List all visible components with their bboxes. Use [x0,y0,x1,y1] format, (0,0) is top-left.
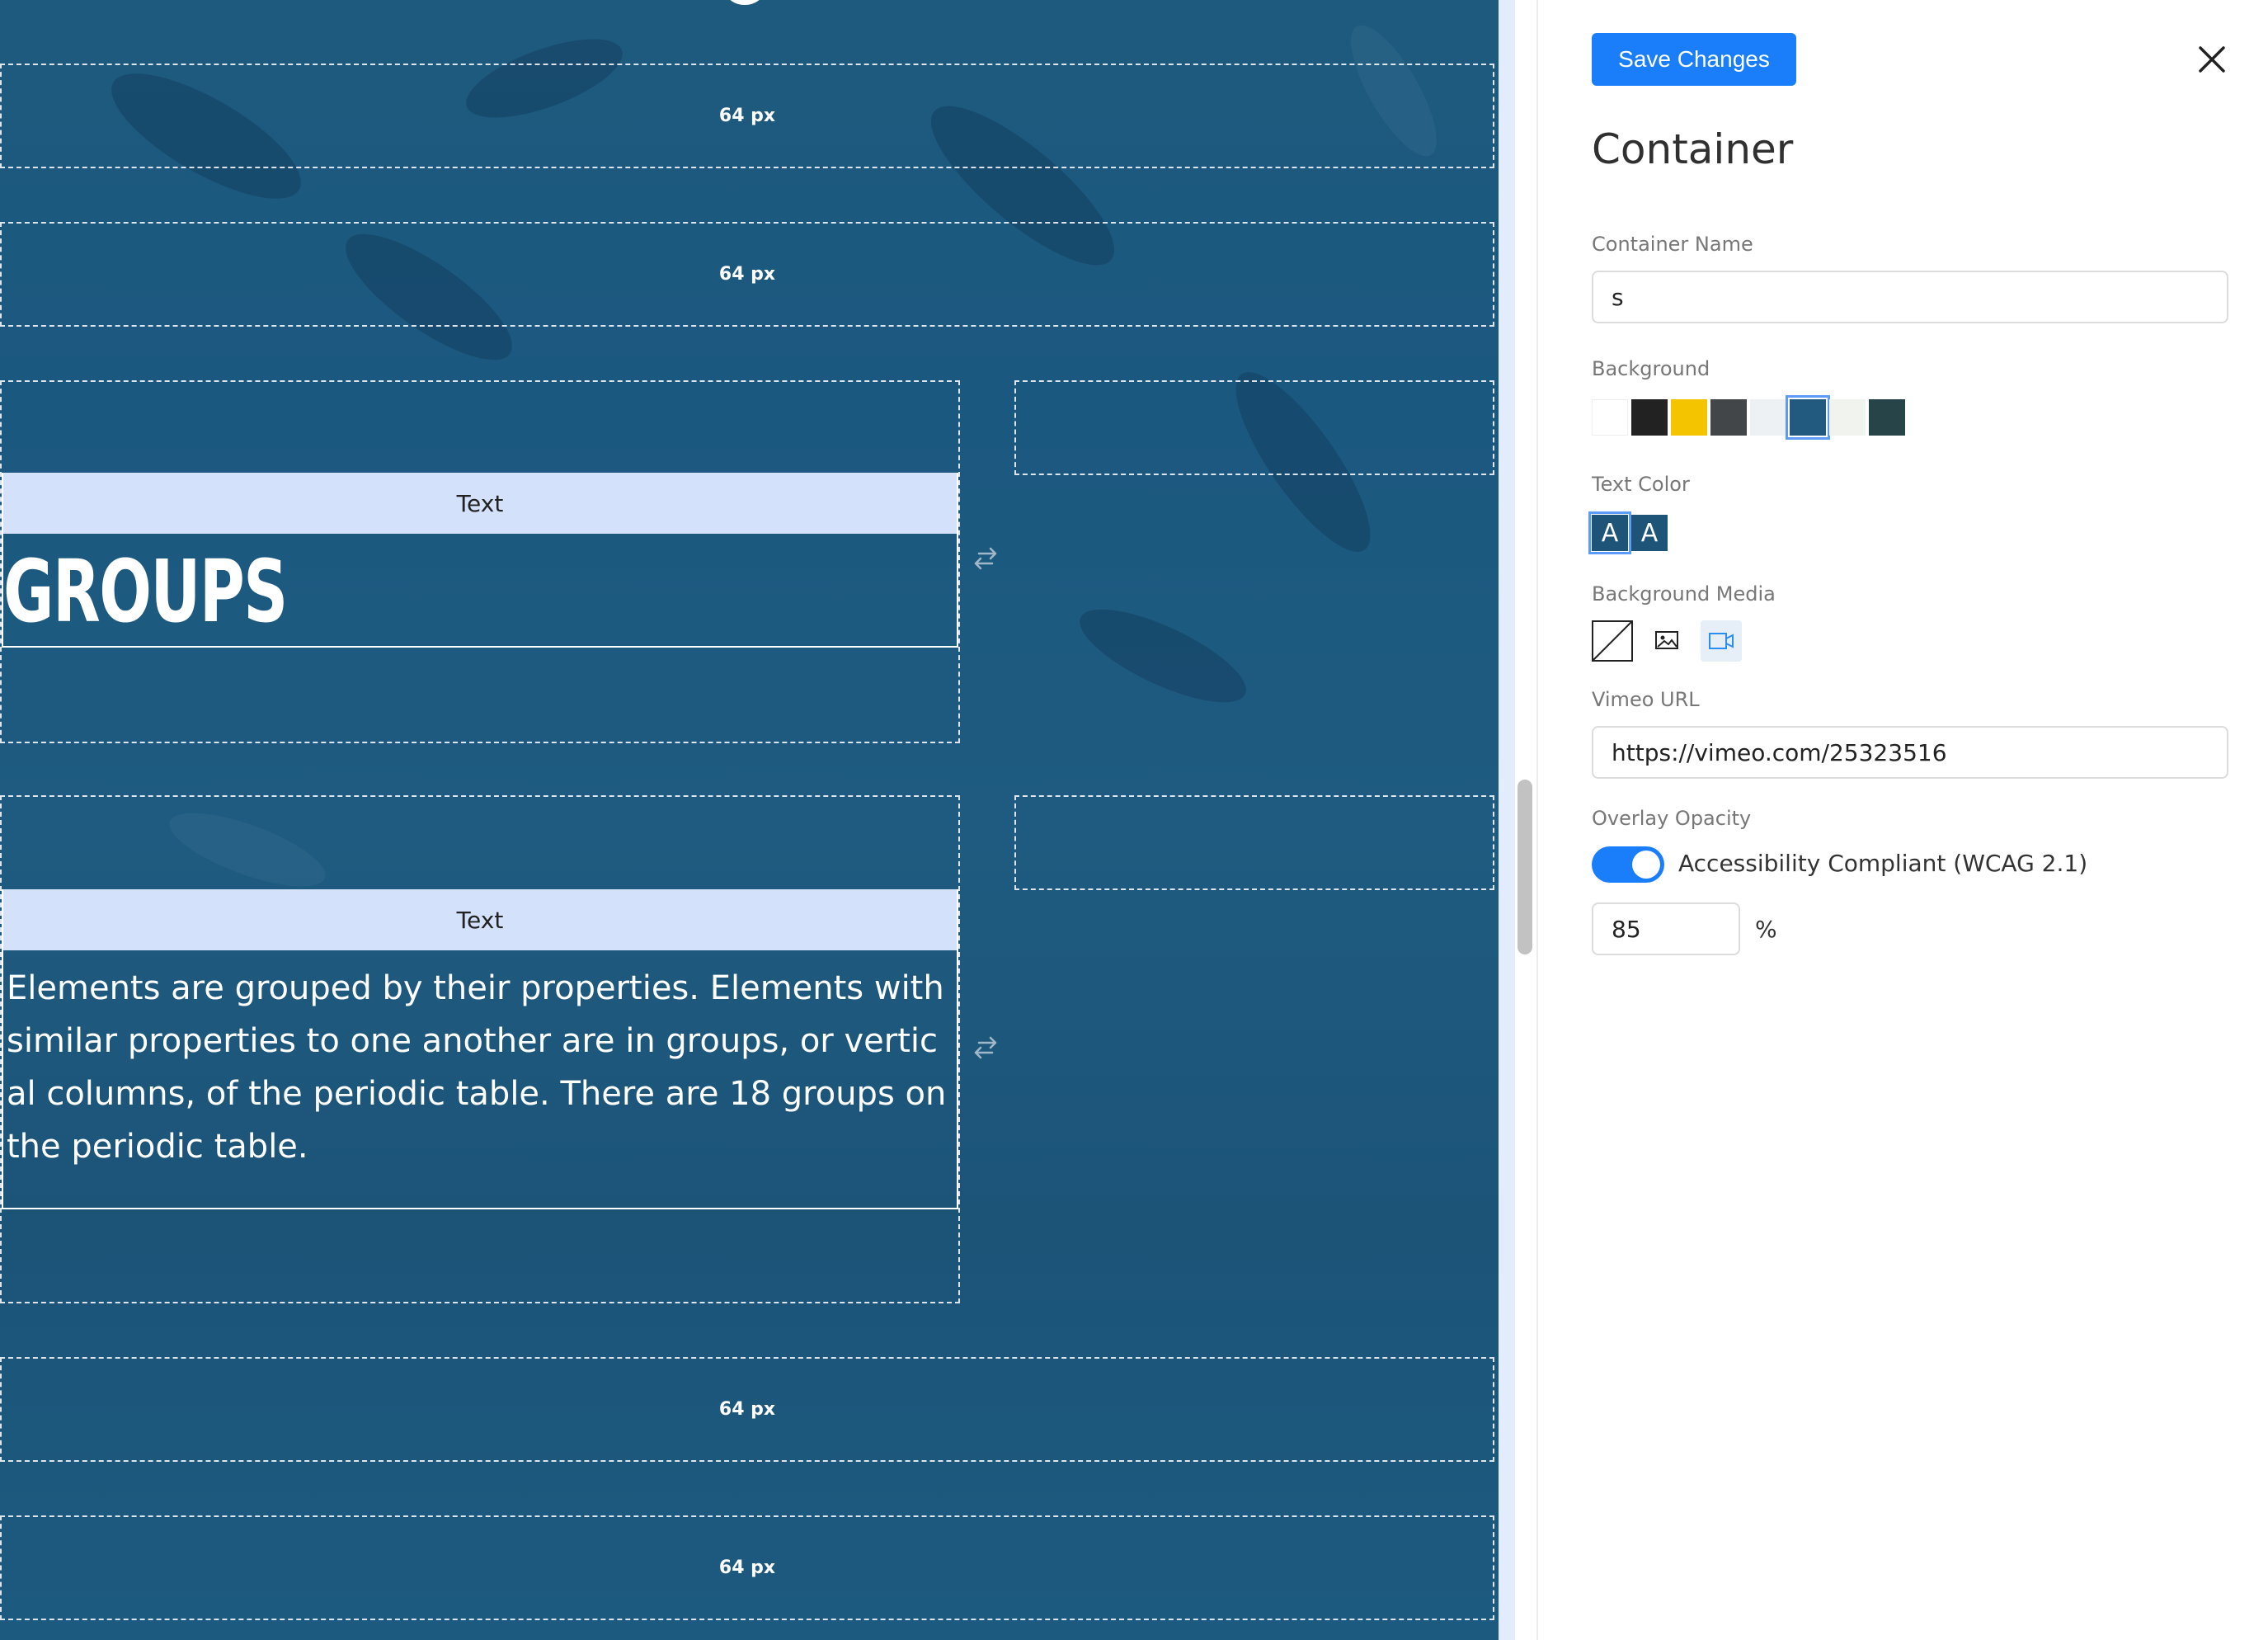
text-element-label: Text [3,889,957,950]
background-media-options [1592,620,1742,662]
background-media-label: Background Media [1592,582,1776,606]
vimeo-url-label: Vimeo URL [1592,688,1700,711]
panel-divider [1499,0,1515,1640]
page-canvas: 64 px 64 px Text GROUPS Text Elements ar… [0,0,1499,1640]
column-right-placeholder[interactable] [1014,380,1494,475]
vimeo-url-input[interactable] [1592,726,2228,779]
opacity-input[interactable] [1592,902,1740,955]
text-color-label: Text Color [1592,473,1690,496]
container-name-label: Container Name [1592,233,1753,256]
text-element-heading[interactable]: Text GROUPS [2,473,958,648]
spacer-label: 64 px [718,264,776,285]
swatch-light-gray[interactable] [1750,399,1786,436]
swatch-dark-gray[interactable] [1710,399,1747,436]
overlay-opacity-label: Overlay Opacity [1592,807,1752,830]
spacer-block[interactable]: 64 px [0,64,1494,168]
swatch-off-white[interactable] [1829,399,1866,436]
drag-handle[interactable] [726,0,764,5]
accessibility-toggle[interactable] [1592,846,1664,883]
background-swatches [1592,395,1905,440]
accessibility-toggle-label: Accessibility Compliant (WCAG 2.1) [1678,850,2088,877]
text-element-label: Text [3,473,957,534]
swatch-white[interactable] [1592,399,1628,436]
spacer-block[interactable]: 64 px [0,1515,1494,1620]
spacer-label: 64 px [718,1399,776,1420]
swatch-ocean-blue[interactable] [1786,395,1830,440]
spacer-block[interactable]: 64 px [0,1357,1494,1462]
settings-panel: Save Changes Container Container Name Ba… [1536,0,2268,1640]
image-icon[interactable] [1646,620,1687,662]
container-name-input[interactable] [1592,271,2228,323]
save-changes-button[interactable]: Save Changes [1592,33,1796,86]
background-label: Background [1592,357,1710,380]
text-color-alt[interactable]: A [1631,515,1668,551]
section-heading: GROUPS [3,541,288,642]
spacer-label: 64 px [718,1558,776,1578]
background-fish [1068,591,1258,721]
scrollbar-thumb[interactable] [1517,780,1532,954]
text-color-light[interactable]: A [1588,511,1631,554]
none-icon[interactable] [1592,620,1633,662]
close-icon[interactable] [2194,41,2230,78]
toggle-knob [1632,851,1660,879]
video-icon[interactable] [1701,620,1742,662]
text-element-body[interactable]: Text Elements are grouped by their prope… [2,889,958,1209]
spacer-label: 64 px [718,106,776,126]
panel-title: Container [1592,125,1794,173]
spacer-block[interactable]: 64 px [0,222,1494,327]
swap-icon[interactable] [967,540,1004,577]
opacity-unit: % [1755,916,1777,943]
swatch-yellow[interactable] [1671,399,1707,436]
body-paragraph: Elements are grouped by their properties… [7,969,947,1166]
swatch-dark-teal[interactable] [1869,399,1905,436]
text-color-options: A A [1588,511,1668,554]
swap-icon[interactable] [967,1030,1004,1066]
swatch-black[interactable] [1631,399,1668,436]
column-right-placeholder[interactable] [1014,795,1494,890]
